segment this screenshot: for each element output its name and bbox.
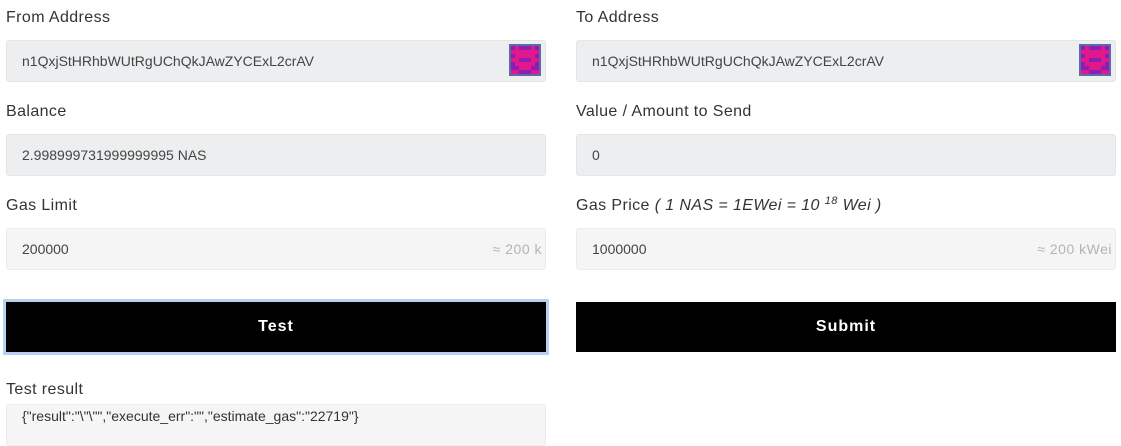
gas-price-note-exponent: 18 [824,195,838,207]
to-address-label: To Address [576,9,660,26]
gas-price-note-suffix: Wei ) [842,197,882,214]
to-address-value: n1QxjStHRhbWUtRgUChQkJAwZYCExL2crAV [592,53,885,69]
gas-price-value: 1000000 [592,241,647,257]
gas-limit-hint: ≈ 200 k [492,241,542,257]
amount-label: Value / Amount to Send [576,103,752,120]
test-result-label: Test result [6,381,84,398]
test-result-box: {"result":"\"\"","execute_err":"","estim… [6,404,546,446]
amount-value: 0 [592,147,600,163]
gas-price-label-text: Gas Price [576,197,650,214]
gas-price-note-prefix: ( 1 NAS = 1EWei = 10 [654,197,820,214]
gas-price-label: Gas Price ( 1 NAS = 1EWei = 10 18 Wei ) [576,196,882,216]
to-identicon-icon [1079,44,1111,76]
gas-limit-value: 200000 [22,241,69,257]
from-address-label: From Address [6,9,111,26]
balance-label: Balance [6,103,67,120]
gas-limit-input[interactable]: 200000 ≈ 200 k [6,228,546,270]
test-button[interactable]: Test [3,299,549,355]
to-address-input[interactable]: n1QxjStHRhbWUtRgUChQkJAwZYCExL2crAV [576,40,1116,82]
from-address-value: n1QxjStHRhbWUtRgUChQkJAwZYCExL2crAV [22,53,315,69]
balance-value: 2.998999731999999995 NAS [22,147,207,163]
from-identicon-icon [509,44,541,76]
gas-limit-label: Gas Limit [6,197,78,214]
gas-price-input[interactable]: 1000000 ≈ 200 kWei [576,228,1116,270]
submit-button[interactable]: Submit [576,302,1116,352]
amount-input[interactable]: 0 [576,134,1116,176]
balance-field: 2.998999731999999995 NAS [6,134,546,176]
from-address-field[interactable]: n1QxjStHRhbWUtRgUChQkJAwZYCExL2crAV [6,40,546,82]
gas-price-hint: ≈ 200 kWei [1037,241,1112,257]
test-result-value: {"result":"\"\"","execute_err":"","estim… [22,408,359,424]
gas-price-note: ( 1 NAS = 1EWei = 10 18 Wei ) [654,195,882,215]
